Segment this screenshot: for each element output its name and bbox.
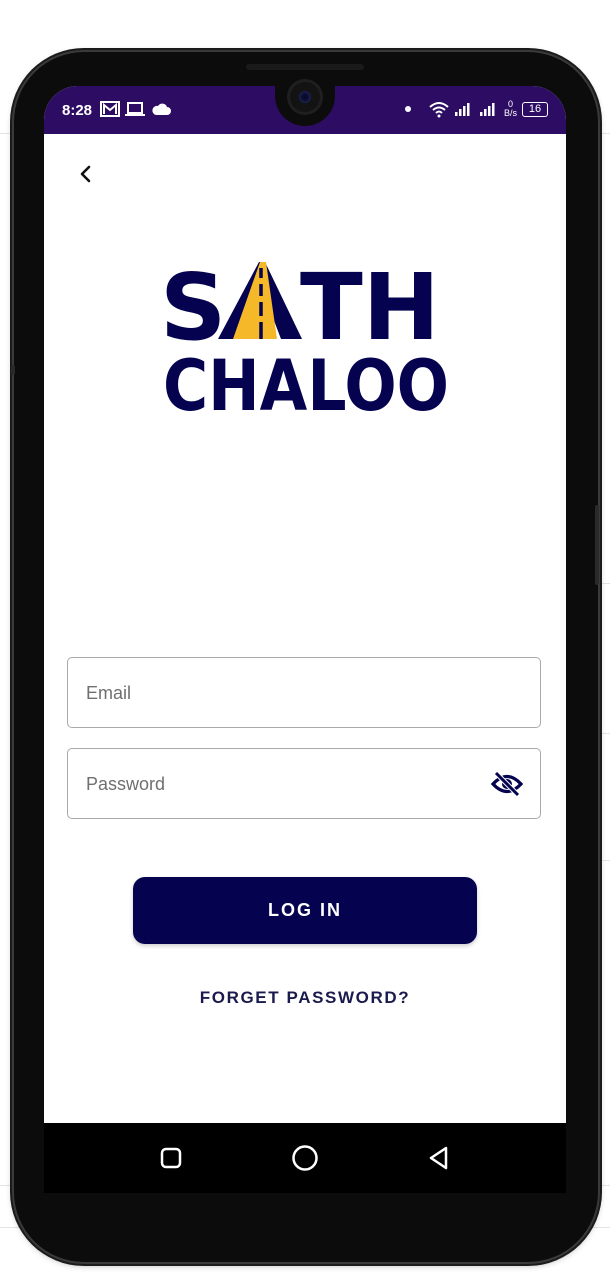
status-time: 8:28 [62,102,93,119]
wifi-icon [429,102,449,118]
signal-icon [479,103,495,116]
login-button[interactable]: LOG IN [133,877,477,944]
battery-level: 16 [528,102,542,115]
background-line [596,733,610,734]
forgot-password-link[interactable]: FORGET PASSWORD? [44,988,566,1008]
sath-chaloo-logo: S TH CHALOO [160,254,449,414]
email-field[interactable] [67,657,541,729]
triangle-icon [429,1146,448,1170]
background-line [596,1185,610,1186]
gmail-icon [100,101,120,117]
battery-icon: 16 [522,101,548,117]
background-line [596,860,610,861]
circle-icon [292,1145,318,1171]
background-line [596,133,610,134]
back-icon [80,165,91,183]
logo-line-2: CHALOO [163,345,449,414]
front-camera [290,82,320,112]
background-line [0,133,14,134]
square-icon [160,1147,182,1169]
road-letter-a-icon [218,262,302,339]
dot-icon [404,106,411,112]
app-screen: 8:28 0 B/s 16 S TH CHALOO Email LOG IN F… [44,86,566,1176]
navigation-bar [44,1123,566,1193]
home-button[interactable] [285,1138,325,1178]
recent-apps-button[interactable] [151,1138,191,1178]
back-nav-button[interactable] [419,1138,459,1178]
cloud-icon [152,103,171,115]
notification-icons [100,100,172,118]
side-button [11,365,15,375]
background-line [0,1185,14,1186]
signal-icon [454,103,470,116]
email-input[interactable] [84,658,468,729]
password-visibility-toggle[interactable] [490,769,524,799]
password-input[interactable] [84,749,468,820]
password-field[interactable] [67,748,541,820]
data-rate: 0 B/s [503,99,517,118]
eye-off-icon [491,771,523,797]
power-button [595,505,599,585]
system-icons: 0 B/s 16 [402,100,548,118]
earpiece-speaker [246,64,364,70]
laptop-icon [125,102,145,116]
back-button[interactable] [72,160,100,188]
